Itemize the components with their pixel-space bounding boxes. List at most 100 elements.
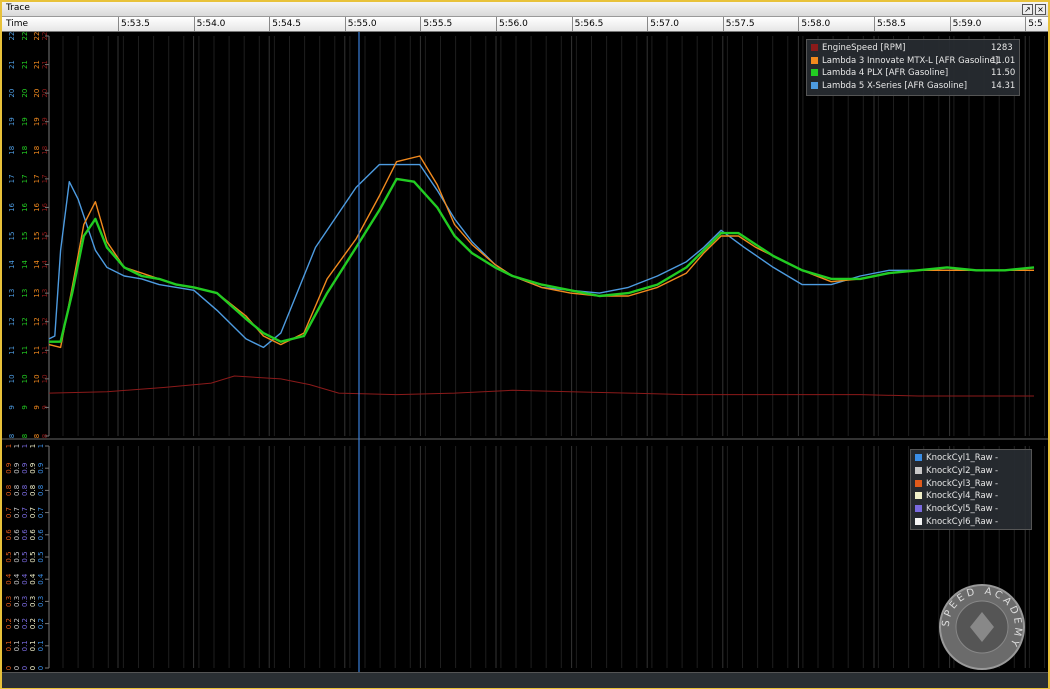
knock-legend-item[interactable]: KnockCyl6_Raw - xyxy=(915,517,998,529)
time-tick-label: 5:58.5 xyxy=(877,19,906,29)
legend-swatch xyxy=(915,479,922,487)
knock-legend: KnockCyl1_Raw - KnockCyl2_Raw - KnockCyl3_Ra… xyxy=(910,449,1032,530)
legend-item[interactable]: Lambda 5 X-Series [AFR Gasoline] 14.31 xyxy=(811,80,1015,93)
knock-y-tick-label: 1 xyxy=(21,444,29,448)
y-tick-label: 9 xyxy=(8,405,16,409)
trace-window: Trace ↗ × Time 5:53.5 5:54.0 5:54.5 5:55.0 5… xyxy=(0,0,1050,689)
y-tick-label: 13 xyxy=(21,289,29,298)
y-tick-label: 12 xyxy=(21,317,29,326)
knock-y-tick-label: 0.5 xyxy=(21,551,29,562)
trace-chart[interactable]: 8 8 8 89 9 9 910 10 10 1011 11 11 1112 12 12 1213 13 13 13… xyxy=(2,32,1048,672)
time-tick-label: 5:5 xyxy=(1028,19,1043,29)
y-tick-label: 19 xyxy=(8,117,16,126)
knock-y-tick-label: 1 xyxy=(29,444,37,448)
legend-item[interactable]: Lambda 3 Innovate MTX-L [AFR Gasoline] 11… xyxy=(811,56,1015,68)
legend-item[interactable]: EngineSpeed [RPM] 1283 xyxy=(811,43,1013,55)
y-tick-label: 15 xyxy=(33,232,41,241)
knock-y-tick-label: 0.3 xyxy=(29,596,37,607)
knock-y-tick-label: 0.5 xyxy=(13,551,21,562)
y-tick-label: 13 xyxy=(8,289,16,298)
knock-y-tick-label: 0.1 xyxy=(21,640,29,651)
y-tick-label: 14 xyxy=(8,260,16,269)
legend-swatch xyxy=(811,81,818,89)
legend-value: - xyxy=(995,465,999,476)
legend-value: - xyxy=(995,478,999,489)
y-tick-label: 18 xyxy=(33,146,41,155)
y-tick-label: 22 xyxy=(8,32,16,40)
knock-y-tick-label: 0.1 xyxy=(29,640,37,651)
knock-y-tick-label: 0.7 xyxy=(29,507,37,518)
knock-y-tick-label: 0.8 xyxy=(21,485,29,496)
close-icon[interactable]: × xyxy=(1035,4,1046,15)
time-axis-label: Time xyxy=(6,19,29,29)
y-tick-label: 8 xyxy=(33,434,41,438)
knock-y-tick-label: 0.9 xyxy=(13,463,21,474)
y-tick-label: 15 xyxy=(21,232,29,241)
legend-swatch xyxy=(811,44,818,51)
knock-y-tick-label: 0.7 xyxy=(21,507,29,518)
y-tick-label: 11 xyxy=(33,346,41,355)
knock-y-tick-label: 0.8 xyxy=(37,485,45,496)
knock-y-tick-label: 0.4 xyxy=(13,573,21,585)
y-tick-label: 16 xyxy=(33,202,41,211)
time-axis-bar[interactable]: Time 5:53.5 5:54.0 5:54.5 5:55.0 5:55.5 5:56.… xyxy=(2,17,1048,32)
knock-y-tick-label: 0.1 xyxy=(37,640,45,651)
y-tick-label: 17 xyxy=(33,174,41,183)
legend-label: KnockCyl5_Raw xyxy=(926,504,993,515)
legend-value: - xyxy=(995,504,999,515)
knock-y-tick-label: 0.9 xyxy=(37,463,45,474)
y-tick-label: 13 xyxy=(33,289,41,298)
knock-y-tick-label: 0.6 xyxy=(13,529,21,541)
knock-legend-item[interactable]: KnockCyl3_Raw - xyxy=(915,479,998,491)
y-tick-label: 8 xyxy=(21,434,29,438)
y-tick-label: 14 xyxy=(21,260,29,269)
y-tick-label: 10 xyxy=(33,374,41,383)
knock-y-tick-label: 1 xyxy=(13,444,21,448)
legend-value: - xyxy=(995,517,999,527)
legend-value: - xyxy=(995,453,999,463)
speed-academy-watermark: SPEED ACADEMY xyxy=(937,582,1027,672)
time-tick-label: 5:56.5 xyxy=(574,19,604,29)
y-tick-label: 21 xyxy=(8,60,16,69)
y-tick-label: 11 xyxy=(21,346,29,355)
knock-legend-item[interactable]: KnockCyl2_Raw - xyxy=(915,465,998,478)
knock-legend-item[interactable]: KnockCyl4_Raw - xyxy=(915,491,998,503)
legend-label: Lambda 5 X-Series [AFR Gasoline] xyxy=(822,80,968,91)
knock-y-tick-label: 0.6 xyxy=(5,529,13,541)
legend-item[interactable]: Lambda 4 PLX [AFR Gasoline] 11.50 xyxy=(811,68,1015,80)
knock-y-tick-label: 0.1 xyxy=(5,640,13,651)
legend-label: Lambda 4 PLX [AFR Gasoline] xyxy=(822,68,949,78)
y-tick-label: 17 xyxy=(8,174,16,183)
knock-y-tick-label: 0.8 xyxy=(13,485,21,496)
title-bar: Trace ↗ × xyxy=(2,2,1048,17)
y-tick-label: 10 xyxy=(21,374,29,383)
y-tick-label: 21 xyxy=(33,60,41,69)
legend-label: KnockCyl1_Raw xyxy=(926,453,993,463)
legend-value: 1283 xyxy=(991,43,1013,53)
popout-icon[interactable]: ↗ xyxy=(1022,4,1033,15)
legend-label: KnockCyl2_Raw xyxy=(926,465,993,476)
time-tick-label: 5:57.5 xyxy=(725,19,755,29)
knock-y-tick-label: 0.9 xyxy=(21,463,29,474)
y-tick-label: 18 xyxy=(21,146,29,155)
y-tick-label: 21 xyxy=(21,60,29,69)
knock-y-tick-label: 0 xyxy=(5,666,13,670)
knock-legend-item[interactable]: KnockCyl1_Raw - xyxy=(915,453,998,465)
knock-y-tick-label: 0.3 xyxy=(37,596,45,607)
legend-value: 14.31 xyxy=(991,80,1016,91)
knock-y-tick-label: 0.4 xyxy=(5,573,13,585)
y-tick-label: 15 xyxy=(8,232,16,241)
time-tick-label: 5:56.0 xyxy=(499,19,528,29)
legend-label: KnockCyl4_Raw xyxy=(926,491,993,502)
legend-swatch xyxy=(915,454,922,461)
knock-legend-item[interactable]: KnockCyl5_Raw - xyxy=(915,504,998,516)
y-tick-label: 20 xyxy=(8,89,16,98)
knock-y-tick-label: 0.2 xyxy=(21,618,29,629)
time-tick-label: 5:55.5 xyxy=(423,19,453,29)
y-tick-label: 17 xyxy=(21,174,29,183)
knock-y-tick-label: 1 xyxy=(5,444,13,448)
time-tick-label: 5:59.0 xyxy=(952,19,982,29)
legend-value: - xyxy=(995,491,999,502)
legend-swatch xyxy=(915,505,922,513)
knock-y-tick-label: 0.6 xyxy=(37,529,45,541)
